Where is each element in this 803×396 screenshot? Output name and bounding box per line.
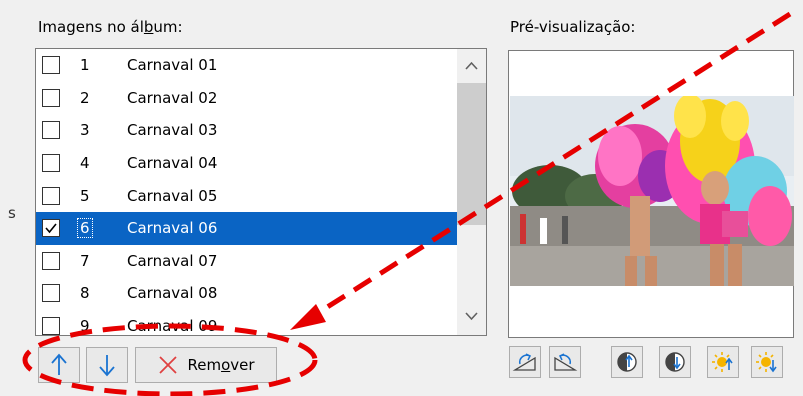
list-item[interactable]: 3 Carnaval 03 [36, 114, 458, 147]
image-name: Carnaval 06 [127, 219, 218, 238]
album-list-label: Imagens no álbum: [38, 18, 183, 36]
list-item[interactable]: 1 Carnaval 01 [36, 49, 458, 82]
scroll-down-arrow-icon[interactable] [465, 311, 478, 321]
brightness-up-button[interactable] [707, 346, 739, 378]
image-name: Carnaval 07 [127, 251, 218, 270]
scrollbar-thumb[interactable] [457, 83, 486, 225]
move-down-button[interactable] [86, 347, 128, 383]
image-name: Carnaval 02 [127, 88, 218, 107]
list-item[interactable]: 7 Carnaval 07 [36, 245, 458, 278]
preview-photo [510, 96, 794, 286]
brightness-up-icon [712, 352, 733, 372]
image-name: Carnaval 01 [127, 56, 218, 75]
image-checkbox[interactable] [42, 121, 60, 140]
arrow-up-icon [51, 353, 67, 375]
album-image-rows: 1 Carnaval 01 2 Carnaval 02 3 Carnaval 03 4 Car… [36, 49, 458, 336]
rotate-left-icon [512, 353, 536, 371]
image-checkbox[interactable] [42, 186, 60, 205]
image-number: 9 [80, 317, 90, 336]
scroll-up-arrow-icon[interactable] [465, 61, 478, 71]
image-number: 7 [80, 251, 90, 270]
arrow-down-icon [99, 355, 115, 377]
contrast-down-icon [665, 352, 685, 372]
list-item[interactable]: 5 Carnaval 05 [36, 179, 458, 212]
image-number: 2 [80, 88, 90, 107]
remove-button[interactable]: Remover [135, 347, 277, 383]
list-scrollbar[interactable] [457, 49, 486, 335]
image-number: 4 [80, 154, 90, 173]
list-item[interactable]: 4 Carnaval 04 [36, 147, 458, 180]
image-name: Carnaval 05 [127, 186, 218, 205]
contrast-up-button[interactable] [611, 346, 643, 378]
move-up-button[interactable] [38, 347, 80, 383]
image-checkbox[interactable] [42, 88, 60, 107]
image-checkbox[interactable] [42, 317, 60, 335]
checkmark-icon [45, 223, 57, 234]
brightness-down-icon [756, 352, 777, 373]
image-number: 3 [80, 121, 90, 140]
image-checkbox[interactable] [42, 284, 60, 303]
image-number: 8 [80, 284, 90, 303]
list-item[interactable]: 6 Carnaval 06 [36, 211, 458, 245]
preview-label: Pré-visualização: [510, 18, 636, 36]
list-item[interactable]: 8 Carnaval 08 [36, 277, 458, 310]
rotate-right-icon [554, 353, 578, 371]
image-checkbox[interactable] [42, 56, 60, 75]
image-name: Carnaval 04 [127, 154, 218, 173]
image-name: Carnaval 03 [127, 121, 218, 140]
image-number: 5 [80, 186, 90, 205]
image-number: 1 [80, 56, 90, 75]
image-name: Carnaval 08 [127, 284, 218, 303]
brightness-down-button[interactable] [751, 346, 783, 378]
preview-pane [508, 50, 794, 338]
rotate-left-button[interactable] [509, 346, 541, 378]
image-number: 6 [77, 218, 93, 239]
remove-button-label: Remover [187, 356, 255, 374]
image-name: Carnaval 09 [127, 317, 218, 336]
contrast-down-button[interactable] [659, 346, 691, 378]
contrast-up-icon [617, 352, 637, 372]
image-checkbox[interactable] [42, 154, 60, 173]
image-checkbox[interactable] [42, 251, 60, 270]
rotate-right-button[interactable] [549, 346, 581, 378]
x-icon [159, 356, 178, 374]
list-item[interactable]: 9 Carnaval 09 [36, 310, 458, 336]
list-item[interactable]: 2 Carnaval 02 [36, 82, 458, 115]
image-checkbox[interactable] [42, 219, 60, 238]
album-image-list[interactable]: 1 Carnaval 01 2 Carnaval 02 3 Carnaval 03 4 Car… [35, 48, 487, 336]
cut-off-label-fragment: s [8, 204, 16, 222]
